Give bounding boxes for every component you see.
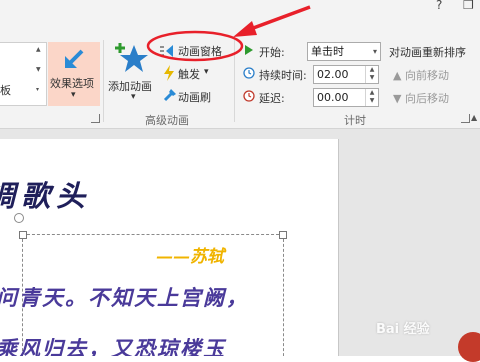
spinner-arrows[interactable]: ▲ ▼ bbox=[365, 89, 378, 106]
restore-button[interactable]: ❐ bbox=[463, 0, 474, 12]
effect-options-icon bbox=[65, 49, 84, 68]
move-later-button[interactable]: ▼ 向后移动 bbox=[393, 90, 449, 106]
selection-handle[interactable] bbox=[279, 231, 287, 239]
delay-label: 延迟: bbox=[259, 92, 285, 105]
gallery-scroll-down[interactable]: ▼ bbox=[36, 66, 41, 73]
spinner-arrows[interactable]: ▲ ▼ bbox=[365, 66, 378, 83]
help-button[interactable]: ? bbox=[436, 0, 442, 12]
delay-value: 00.00 bbox=[317, 91, 349, 104]
reorder-title: 对动画重新排序 bbox=[389, 46, 466, 59]
move-earlier-label: 向前移动 bbox=[404, 69, 449, 82]
start-select-value: 单击时 bbox=[311, 45, 344, 58]
annotation-arrow bbox=[233, 5, 311, 37]
start-play-icon bbox=[245, 45, 253, 55]
rotate-handle[interactable] bbox=[14, 213, 24, 223]
separator bbox=[103, 40, 104, 122]
selection-handle[interactable] bbox=[19, 231, 27, 239]
effect-options-label: 效果选项 bbox=[50, 77, 94, 90]
slide-title: 调歌头 bbox=[0, 179, 92, 213]
watermark: Bai 经验 bbox=[376, 322, 430, 337]
gallery-scroll-up[interactable]: ▲ bbox=[36, 46, 41, 53]
delay-clock-icon bbox=[243, 90, 255, 102]
delay-spinner[interactable]: 00.00 ▲ ▼ bbox=[313, 88, 379, 107]
gallery-more[interactable]: ▾ bbox=[36, 86, 39, 93]
dialog-launcher-icon[interactable] bbox=[461, 114, 470, 123]
start-select[interactable]: 单击时 ▾ bbox=[307, 42, 381, 61]
chevron-down-icon: ▾ bbox=[71, 90, 76, 100]
slide[interactable]: 调歌头 ——苏轼 问青天。不知天上宫阙， 乘风归去，又恐琼楼玉 bbox=[0, 139, 339, 356]
duration-label: 持续时间: bbox=[259, 69, 307, 82]
slide-author: ——苏轼 bbox=[156, 247, 224, 267]
duration-spinner[interactable]: 02.00 ▲ ▼ bbox=[313, 65, 379, 84]
chevron-down-icon: ▾ bbox=[204, 67, 209, 77]
move-earlier-button[interactable]: ▲ 向前移动 bbox=[393, 67, 449, 83]
move-later-label: 向后移动 bbox=[404, 92, 449, 105]
collapse-ribbon-button[interactable]: ▲ bbox=[471, 113, 477, 122]
duration-clock-icon bbox=[243, 67, 255, 79]
chevron-down-icon: ▾ bbox=[372, 47, 377, 56]
chevron-down-icon: ▾ bbox=[131, 92, 136, 102]
duration-value: 02.00 bbox=[317, 68, 349, 81]
avatar bbox=[458, 332, 480, 362]
dialog-launcher-icon[interactable] bbox=[91, 114, 100, 123]
poem-line-1: 问青天。不知天上宫阙， bbox=[0, 285, 249, 310]
start-label: 开始: bbox=[259, 46, 285, 59]
advanced-animation-group-label: 高级动画 bbox=[145, 114, 189, 127]
gallery-item-label: 板 bbox=[0, 84, 11, 97]
trigger-label: 触发 bbox=[178, 68, 200, 81]
timing-group-label: 计时 bbox=[344, 114, 366, 127]
poem-line-2: 乘风归去，又恐琼楼玉 bbox=[0, 336, 226, 356]
add-animation-label: 添加动画 bbox=[108, 80, 152, 93]
animation-painter-label: 动画刷 bbox=[178, 91, 211, 104]
